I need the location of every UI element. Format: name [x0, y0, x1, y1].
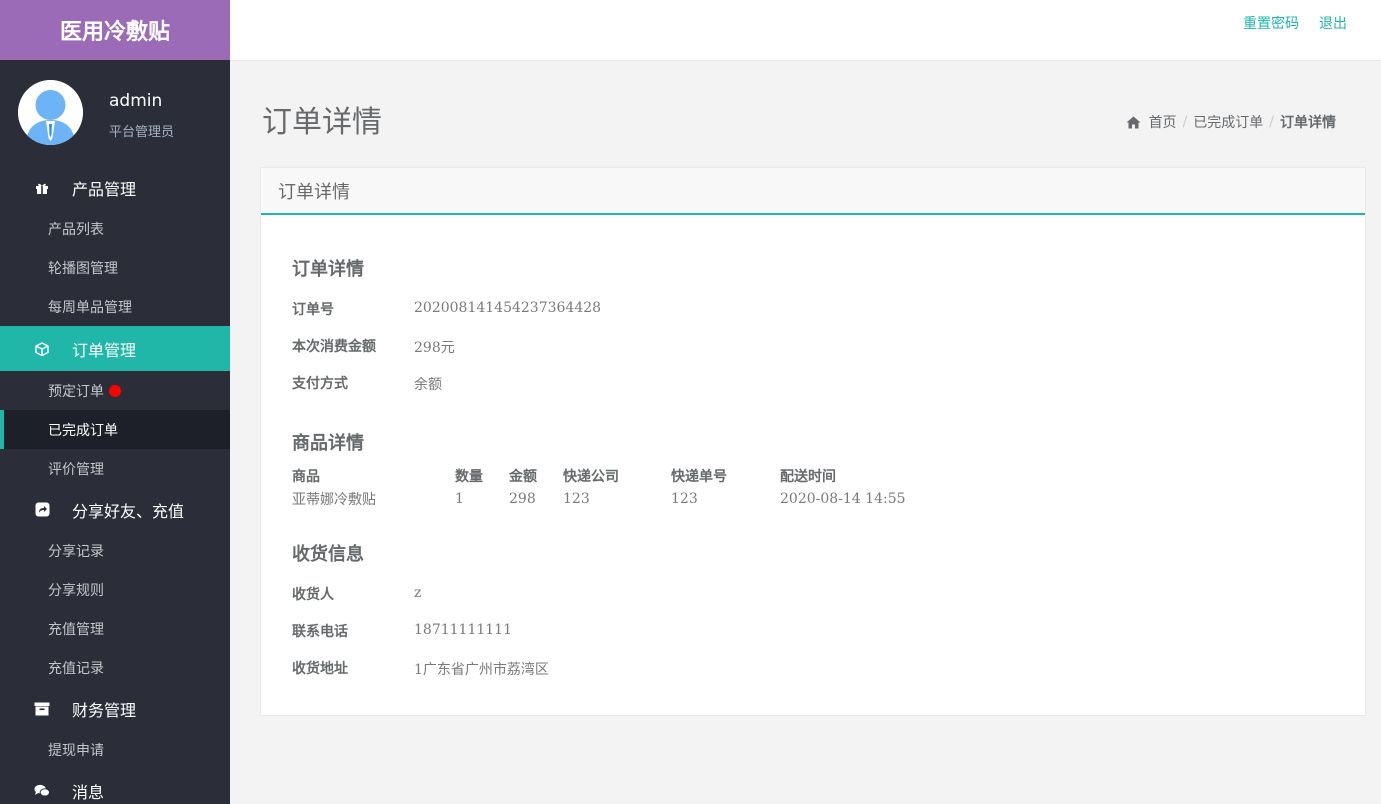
address-value: 1广东省广州市荔湾区: [414, 662, 549, 678]
nav-item-banner[interactable]: 轮播图管理: [0, 248, 230, 287]
order-no-label: 订单号: [292, 302, 334, 318]
panel-title: 订单详情: [261, 168, 1365, 215]
breadcrumb-current: 订单详情: [1280, 115, 1336, 131]
address-label: 收货地址: [292, 661, 348, 677]
comments-icon: [34, 783, 50, 799]
user-profile: admin 平台管理员: [0, 60, 230, 166]
amount-label: 本次消费金额: [292, 339, 376, 355]
nav-group-share-label: 分享好友、充值: [72, 501, 185, 521]
order-section-title: 订单详情: [292, 259, 364, 280]
nav-group-product-label: 产品管理: [72, 179, 137, 199]
header-time: 配送时间: [780, 468, 836, 485]
notification-dot: [109, 384, 121, 397]
nav-group-product[interactable]: 产品管理: [0, 166, 230, 209]
pay-method-label: 支付方式: [292, 376, 348, 392]
nav-item-weekly[interactable]: 每周单品管理: [0, 287, 230, 326]
app-logo[interactable]: 医用冷敷贴: [0, 0, 230, 60]
receiver-value: z: [414, 585, 422, 601]
nav-group-finance[interactable]: 财务管理: [0, 687, 230, 730]
goods-table-header: 商品 数量 金额 快递公司 快递单号 配送时间: [292, 464, 920, 487]
nav-item-booking-label: 预定订单: [48, 383, 104, 400]
top-links: 重置密码 退出: [1243, 13, 1347, 33]
header-courier: 快递公司: [563, 468, 619, 485]
profile-name[interactable]: admin: [109, 91, 162, 111]
top-bar: 重置密码 退出: [230, 0, 1381, 61]
nav-item-withdraw[interactable]: 提现申请: [0, 730, 230, 769]
nav-group-order-label: 订单管理: [72, 340, 137, 360]
order-no-value: 202008141454237364428: [414, 300, 602, 316]
cell-goods: 亚蒂娜冷敷贴: [292, 491, 376, 508]
share-icon: [34, 502, 50, 518]
header-qty: 数量: [455, 468, 483, 485]
cell-time: 2020-08-14 14:55: [780, 490, 906, 507]
goods-section-title: 商品详情: [292, 433, 364, 454]
sidebar: 医用冷敷贴 admin 平台管理员 产品管理 产品列表 轮播图管理 每周单品管理: [0, 0, 230, 804]
page-title: 订单详情: [262, 105, 382, 140]
breadcrumb-separator: /: [1182, 114, 1188, 130]
order-detail-panel: 订单详情 订单详情 订单号 202008141454237364428 本次消费…: [260, 167, 1366, 716]
nav-group-share[interactable]: 分享好友、充值: [0, 488, 230, 531]
breadcrumb-separator: /: [1269, 114, 1274, 130]
nav-item-recharge-records[interactable]: 充值记录: [0, 648, 230, 687]
breadcrumb-home[interactable]: 首页: [1149, 112, 1177, 132]
reset-password-link[interactable]: 重置密码: [1243, 13, 1299, 33]
header-goods: 商品: [292, 468, 320, 485]
side-nav: 产品管理 产品列表 轮播图管理 每周单品管理 订单管理 预定订单 已完成订单 评…: [0, 166, 230, 804]
nav-item-product-list[interactable]: 产品列表: [0, 209, 230, 248]
pay-method-value: 余额: [414, 377, 442, 393]
nav-group-finance-label: 财务管理: [72, 700, 137, 720]
amount-value: 298元: [414, 340, 455, 356]
cell-qty: 1: [455, 490, 464, 507]
receiver-label: 收货人: [292, 587, 334, 603]
breadcrumb-parent[interactable]: 已完成订单: [1193, 112, 1263, 132]
breadcrumb: 首页 / 已完成订单 / 订单详情: [1126, 112, 1336, 132]
profile-role: 平台管理员: [109, 125, 175, 140]
cell-price: 298: [509, 490, 536, 507]
nav-group-order[interactable]: 订单管理: [0, 326, 230, 371]
nav-item-share-rules[interactable]: 分享规则: [0, 570, 230, 609]
nav-item-share-records[interactable]: 分享记录: [0, 531, 230, 570]
nav-group-message[interactable]: 消息: [0, 769, 230, 804]
table-row: 亚蒂娜冷敷贴 1 298 123 123 2020-08-14 14:55: [292, 487, 920, 510]
phone-value: 18711111111: [414, 622, 512, 638]
archive-icon: [34, 701, 50, 717]
header-price: 金额: [509, 468, 537, 485]
phone-label: 联系电话: [292, 624, 348, 640]
nav-item-reviews[interactable]: 评价管理: [0, 449, 230, 488]
avatar-icon[interactable]: [18, 80, 83, 145]
goods-table: 商品 数量 金额 快递公司 快递单号 配送时间 亚蒂娜冷敷贴 1 298 123…: [292, 464, 920, 510]
nav-item-recharge-manage[interactable]: 充值管理: [0, 609, 230, 648]
logout-link[interactable]: 退出: [1319, 13, 1347, 33]
cell-tracking: 123: [671, 490, 698, 507]
nav-group-message-label: 消息: [72, 782, 105, 802]
nav-item-booking-orders[interactable]: 预定订单: [0, 371, 230, 410]
header-tracking: 快递单号: [671, 468, 727, 485]
home-icon: [1126, 116, 1141, 129]
cell-courier: 123: [563, 490, 590, 507]
nav-item-completed-orders[interactable]: 已完成订单: [0, 410, 230, 449]
gift-icon: [34, 180, 50, 196]
cube-icon: [34, 341, 50, 357]
shipping-section-title: 收货信息: [292, 544, 364, 565]
